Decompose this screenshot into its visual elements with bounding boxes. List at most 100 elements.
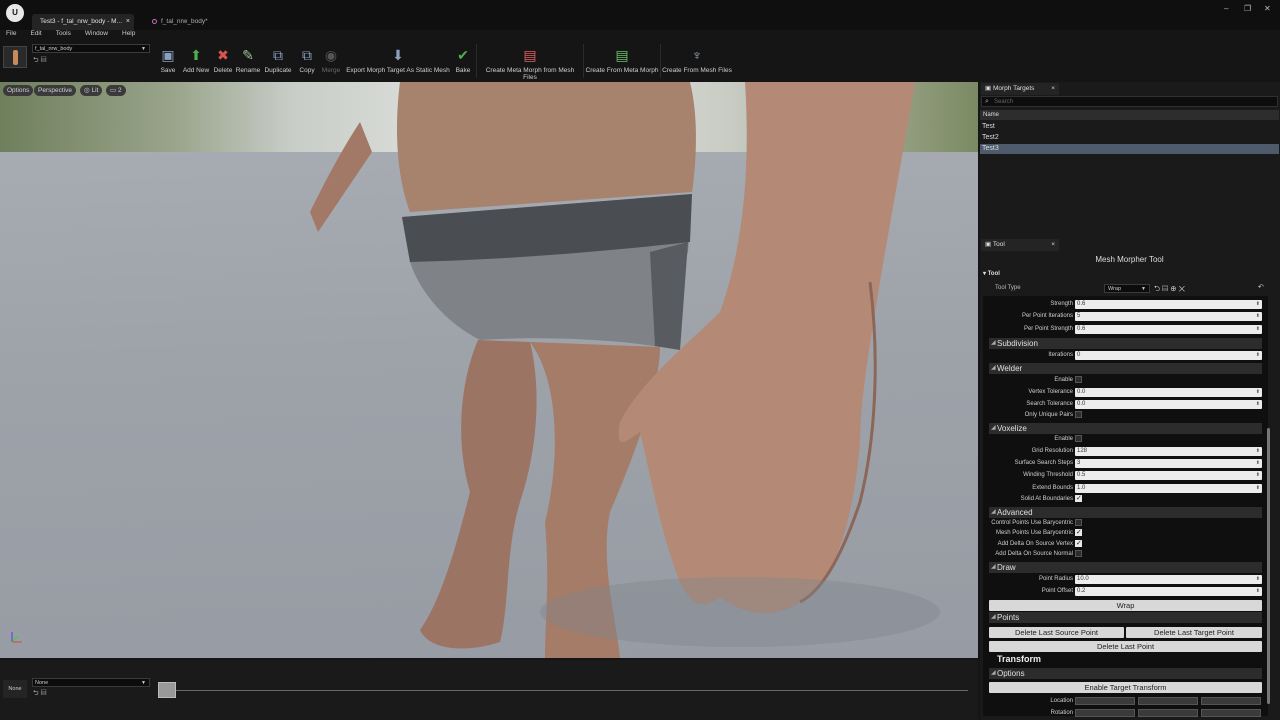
subdivision-section-header[interactable]: ◢ Subdivision (989, 338, 1262, 349)
vertex-tolerance-input[interactable]: 0.0 ⬍ (1075, 388, 1262, 397)
scrollbar-thumb[interactable] (1267, 428, 1270, 704)
clear-icon[interactable]: ✕ (1179, 284, 1187, 293)
perspective-button[interactable]: Perspective (34, 85, 76, 96)
morph-target-item[interactable]: Test2 (980, 133, 1279, 143)
add-delta-source-vertex-label: Add Delta On Source Vertex (997, 541, 1073, 547)
options-section-header[interactable]: ◢ Options (989, 668, 1262, 679)
document-tab-active[interactable]: Test3 - f_tal_nrw_body - M... × (32, 14, 134, 30)
close-icon[interactable]: × (1051, 239, 1055, 251)
per-point-iterations-input[interactable]: 5 ⬍ (1075, 312, 1262, 321)
create-from-meta-morph-button[interactable]: ▤ Create From Meta Morph (585, 46, 659, 74)
asset-thumbnail[interactable] (3, 46, 27, 68)
tool-section-header[interactable]: ▾ Tool (983, 270, 1000, 277)
draw-section-header[interactable]: ◢ Draw (989, 562, 1262, 573)
export-static-mesh-button[interactable]: ⬇ Export Morph Target As Static Mesh (344, 46, 452, 74)
location-z-input[interactable] (1201, 697, 1261, 705)
save-button[interactable]: ▣ Save (157, 46, 179, 74)
unreal-logo-icon[interactable]: U (6, 4, 24, 22)
strength-input[interactable]: 0.6 ⬍ (1075, 300, 1262, 309)
menu-help[interactable]: Help (122, 30, 135, 37)
add-new-button[interactable]: ⬆ Add New (181, 46, 211, 74)
camera-speed-button[interactable]: ▭ 2 (106, 85, 126, 96)
voxelize-enable-checkbox[interactable] (1075, 435, 1082, 442)
document-tab-inactive[interactable]: f_tal_nrw_body* (144, 14, 224, 30)
advanced-section-header[interactable]: ◢ Advanced (989, 507, 1262, 518)
delete-last-target-point-button[interactable]: Delete Last Target Point (1126, 627, 1262, 638)
rotation-y-input[interactable] (1138, 709, 1198, 717)
folder-icon[interactable]: ▤ (41, 57, 47, 64)
point-radius-input[interactable]: 10.0 ⬍ (1075, 575, 1262, 584)
delete-button[interactable]: ✖ Delete (212, 46, 234, 74)
menu-edit[interactable]: Edit (30, 30, 41, 37)
delete-last-point-button[interactable]: Delete Last Point (989, 641, 1262, 652)
lit-mode-button[interactable]: ◎ Lit (80, 85, 103, 96)
control-points-barycentric-checkbox[interactable] (1075, 519, 1082, 526)
add-new-label: Add New (182, 67, 210, 74)
maximize-icon[interactable]: ❐ (1244, 4, 1251, 13)
folder-icon[interactable]: ▤ (41, 690, 47, 697)
transform-header[interactable]: Transform (997, 654, 1041, 664)
morph-targets-tab[interactable]: ▣ Morph Targets × (981, 83, 1059, 95)
point-offset-input[interactable]: 0.2 ⬍ (1075, 587, 1262, 596)
close-icon[interactable]: × (1051, 83, 1055, 95)
solid-at-boundaries-checkbox[interactable] (1075, 494, 1082, 502)
surface-search-steps-input[interactable]: 3 ⬍ (1075, 459, 1262, 468)
merge-button[interactable]: ◉ Merge (320, 46, 342, 74)
viewport[interactable]: Options Perspective ◎ Lit ▭ 2 (0, 82, 978, 658)
asset-combo[interactable]: f_tal_nrw_body ▼ (32, 44, 150, 53)
create-meta-morph-from-mesh-button[interactable]: ▤ Create Meta Morph from Mesh Files (478, 46, 582, 81)
only-unique-pairs-checkbox[interactable] (1075, 411, 1082, 418)
browse-arrow-icon[interactable]: ⮌ (33, 690, 39, 697)
grid-resolution-input[interactable]: 128 ⬍ (1075, 447, 1262, 456)
browse-arrow-icon[interactable]: ⮌ (33, 57, 39, 64)
points-section-header[interactable]: ◢ Points (989, 612, 1262, 623)
menu-window[interactable]: Window (85, 30, 108, 37)
timeline-thumbnail[interactable]: None (3, 680, 27, 698)
menu-file[interactable]: File (6, 30, 16, 37)
add-icon[interactable]: ⊕ (1170, 284, 1178, 293)
menu-tools[interactable]: Tools (56, 30, 71, 37)
voxelize-section-header[interactable]: ◢ Voxelize (989, 423, 1262, 434)
reset-to-default-icon[interactable]: ↶ (1258, 283, 1264, 291)
location-x-input[interactable] (1075, 697, 1135, 705)
winding-threshold-input[interactable]: 0.5 ⬍ (1075, 471, 1262, 480)
extend-bounds-input[interactable]: 1.0 ⬍ (1075, 484, 1262, 493)
per-point-iterations-value: 5 (1077, 313, 1081, 319)
bake-button[interactable]: ✔ Bake (453, 46, 473, 74)
enable-target-transform-button[interactable]: Enable Target Transform (989, 682, 1262, 693)
timeline-scrubber[interactable] (158, 682, 176, 698)
name-column-header[interactable]: Name (980, 110, 1279, 120)
points-header-label: Points (997, 613, 1020, 622)
mesh-points-barycentric-checkbox[interactable] (1075, 528, 1082, 536)
point-radius-value: 10.0 (1077, 576, 1089, 582)
rotation-z-input[interactable] (1201, 709, 1261, 717)
close-window-icon[interactable]: ✕ (1264, 4, 1271, 13)
welder-section-header[interactable]: ◢ Welder (989, 363, 1262, 374)
duplicate-button[interactable]: ⧉ Duplicate (263, 46, 293, 74)
rename-button[interactable]: ✎ Rename (235, 46, 261, 74)
close-icon[interactable]: × (126, 14, 130, 30)
add-delta-source-normal-checkbox[interactable] (1075, 550, 1082, 557)
tool-tab[interactable]: ▣ Tool × (981, 239, 1059, 251)
viewport-options-button[interactable]: Options (3, 85, 34, 96)
rotation-x-input[interactable] (1075, 709, 1135, 717)
morph-target-item[interactable]: Test (980, 122, 1279, 132)
bake-label: Bake (455, 67, 471, 74)
timeline-combo[interactable]: None ▼ (32, 678, 150, 687)
per-point-strength-input[interactable]: 0.6 ⬍ (1075, 325, 1262, 334)
search-tolerance-input[interactable]: 0.0 ⬍ (1075, 400, 1262, 409)
iterations-input[interactable]: 0 ⬍ (1075, 351, 1262, 360)
welder-enable-checkbox[interactable] (1075, 376, 1082, 383)
morph-target-item-selected[interactable]: Test3 (980, 144, 1279, 154)
wrap-button[interactable]: Wrap (989, 600, 1262, 611)
minimize-icon[interactable]: – (1224, 4, 1228, 13)
add-delta-source-vertex-checkbox[interactable] (1075, 539, 1082, 547)
timeline-track[interactable] (160, 690, 968, 691)
tool-type-select[interactable]: Wrap ▼ (1104, 284, 1150, 293)
location-y-input[interactable] (1138, 697, 1198, 705)
copy-button[interactable]: ⧉ Copy (295, 46, 319, 74)
create-from-mesh-files-button[interactable]: ♆ Create From Mesh Files (662, 46, 732, 74)
search-input[interactable]: ⌕ Search (981, 96, 1278, 107)
browse-arrow-icon[interactable]: ⮌ (1154, 284, 1162, 293)
delete-last-source-point-button[interactable]: Delete Last Source Point (989, 627, 1124, 638)
